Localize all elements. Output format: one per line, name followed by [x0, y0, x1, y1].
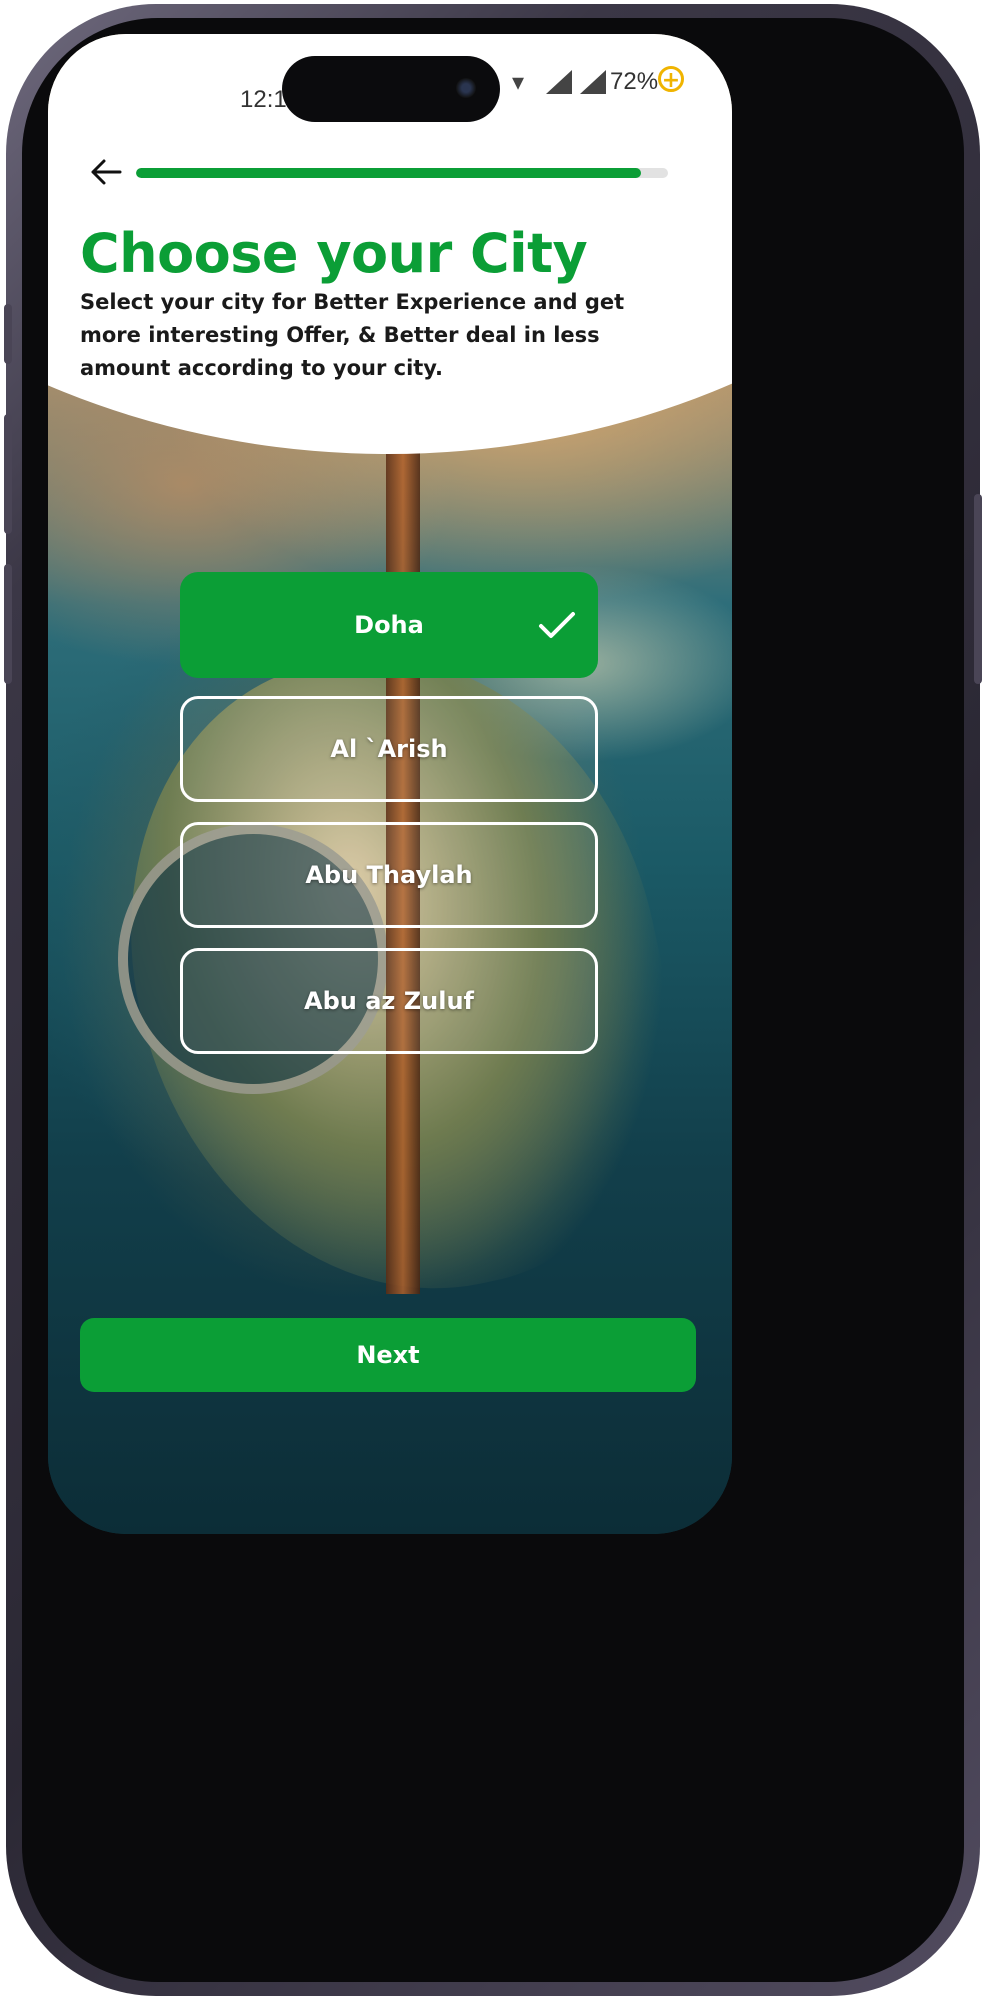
status-time: 12:1: [240, 86, 287, 113]
power-button: [974, 494, 982, 684]
page-subtitle: Select your city for Better Experience a…: [80, 290, 625, 380]
signal-icon: [546, 70, 572, 94]
city-option-abu-thaylah[interactable]: Abu Thaylah: [180, 822, 598, 928]
volume-up-button: [4, 414, 12, 534]
wifi-icon: ▾: [512, 68, 525, 96]
city-option-doha[interactable]: Doha: [180, 572, 598, 678]
camera-icon: [456, 78, 476, 98]
city-option-label: Abu Thaylah: [305, 861, 473, 889]
volume-down-button: [4, 564, 12, 684]
check-icon: [539, 612, 575, 638]
next-button-label: Next: [356, 1341, 420, 1369]
arrow-left-icon: [91, 159, 122, 185]
city-option-label: Al `Arish: [330, 735, 448, 763]
city-option-abu-az-zuluf[interactable]: Abu az Zuluf: [180, 948, 598, 1054]
progress-fill: [136, 168, 642, 178]
page-title: Choose your City: [80, 222, 588, 285]
city-option-al-arish[interactable]: Al `Arish: [180, 696, 598, 802]
status-icons: ▾: [512, 70, 606, 94]
page: 12:1 ▾ 72% + Choose your City Select you…: [0, 0, 988, 2000]
next-button[interactable]: Next: [80, 1318, 696, 1392]
signal-icon: [580, 70, 606, 94]
action-button: [4, 304, 12, 364]
battery-percentage: 72%: [610, 68, 659, 95]
city-option-label: Doha: [354, 611, 424, 639]
back-button[interactable]: [86, 152, 126, 192]
progress-bar: [136, 168, 668, 178]
city-option-label: Abu az Zuluf: [304, 987, 474, 1015]
charging-icon: +: [658, 66, 684, 93]
